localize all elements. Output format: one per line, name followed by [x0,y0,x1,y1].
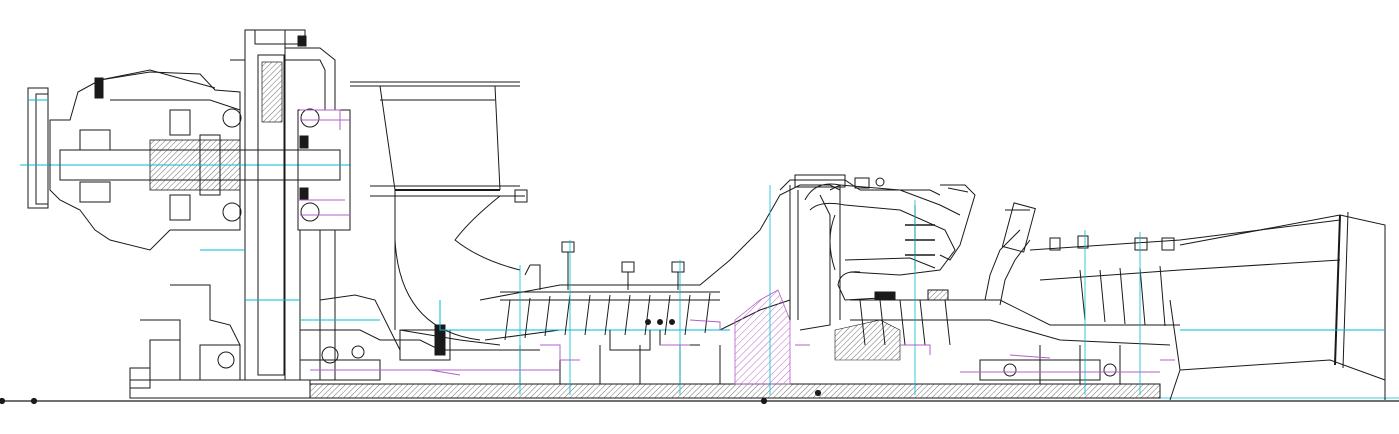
drawing-canvas [0,29,1399,405]
reduction-gearbox [20,29,351,389]
air-intake-duct [350,81,528,346]
exhaust-nozzle [1160,211,1386,401]
engine-cross-section-drawing [0,0,1399,434]
seal-accents [300,109,1051,376]
main-shaft [129,379,1161,399]
turbine-section [850,202,1341,384]
diffuser-hatch [734,289,901,385]
